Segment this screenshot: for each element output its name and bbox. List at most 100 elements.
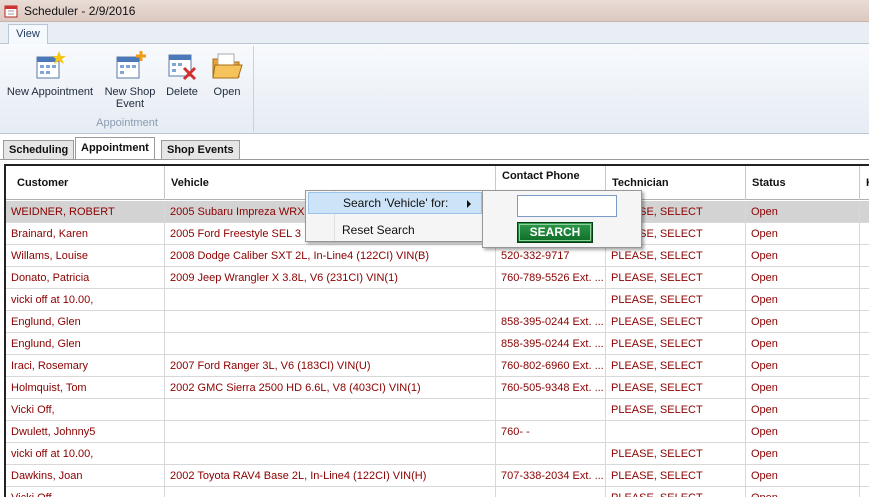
column-header-h[interactable]: H: [860, 166, 869, 200]
ribbon-tab-bar: View: [0, 22, 869, 45]
cell-vehicle: [165, 311, 496, 333]
table-row[interactable]: Englund, Glen 858-395-0244 Ext. ... PLEASE…: [6, 311, 869, 333]
table-row[interactable]: Holmquist, Tom 2002 GMC Sierra 2500 HD 6.…: [6, 377, 869, 399]
cell-contact-phone: [496, 487, 606, 497]
calendar-app-icon: [4, 4, 18, 18]
cell-h: [860, 223, 869, 245]
table-row[interactable]: Iraci, Rosemary 2007 Ford Ranger 3L, V6 (…: [6, 355, 869, 377]
table-row[interactable]: Vicki Off, PLEASE, SELECTOpen: [6, 399, 869, 421]
cell-status: Open: [746, 443, 860, 465]
cell-h: [860, 399, 869, 421]
cell-technician: PLEASE, SELECT: [606, 245, 746, 267]
cell-h: [860, 377, 869, 399]
cell-customer: Donato, Patricia: [6, 267, 165, 289]
cell-vehicle: 2002 GMC Sierra 2500 HD 6.6L, V8 (403CI)…: [165, 377, 496, 399]
menu-item-reset-search[interactable]: Reset Search: [308, 219, 482, 241]
tab-appointment[interactable]: Appointment: [75, 137, 155, 160]
menu-item-reset-label: Reset Search: [342, 223, 415, 237]
cell-vehicle: [165, 399, 496, 421]
search-button[interactable]: SEARCH: [517, 222, 593, 243]
cell-technician: PLEASE, SELECT: [606, 289, 746, 311]
table-row[interactable]: Vicki Off, PLEASE, SELECTOpen: [6, 487, 869, 497]
cell-technician: PLEASE, SELECT: [606, 311, 746, 333]
cell-h: [860, 443, 869, 465]
cell-customer: WEIDNER, ROBERT: [6, 201, 165, 223]
cell-vehicle: [165, 289, 496, 311]
cell-status: Open: [746, 333, 860, 355]
table-row[interactable]: Dawkins, Joan 2002 Toyota RAV4 Base 2L, I…: [6, 465, 869, 487]
title-bar: Scheduler - 2/9/2016: [0, 0, 869, 22]
cell-h: [860, 421, 869, 443]
cell-vehicle: [165, 421, 496, 443]
tab-divider: [0, 159, 869, 160]
open-label: Open: [213, 86, 241, 98]
table-row[interactable]: Donato, Patricia 2009 Jeep Wrangler X 3.8…: [6, 267, 869, 289]
cell-customer: Englund, Glen: [6, 311, 165, 333]
new-shop-event-label: New Shop Event: [104, 86, 156, 110]
cell-contact-phone: 760- -: [496, 421, 606, 443]
cell-customer: Holmquist, Tom: [6, 377, 165, 399]
cell-technician: PLEASE, SELECT: [606, 267, 746, 289]
table-row[interactable]: Englund, Glen 858-395-0244 Ext. ... PLEASE…: [6, 333, 869, 355]
view-tabs: Scheduling Appointment Shop Events: [0, 134, 869, 160]
tab-scheduling[interactable]: Scheduling: [3, 140, 75, 160]
column-header-status[interactable]: Status: [746, 166, 860, 200]
cell-h: [860, 289, 869, 311]
cell-technician: PLEASE, SELECT: [606, 333, 746, 355]
cell-technician: [606, 421, 746, 443]
cell-status: Open: [746, 245, 860, 267]
search-submenu: SEARCH: [482, 190, 642, 248]
table-row[interactable]: vicki off at 10.00, PLEASE, SELECT Open: [6, 289, 869, 311]
new-appointment-label: New Appointment: [6, 86, 94, 98]
open-button[interactable]: Open: [208, 50, 246, 98]
menu-item-search-vehicle[interactable]: Search 'Vehicle' for:: [308, 192, 482, 214]
cell-status: Open: [746, 487, 860, 497]
cell-technician: PLEASE, SELECT: [606, 487, 746, 497]
table-row[interactable]: Dwulett, Johnny5 760- - Open: [6, 421, 869, 443]
new-shop-event-button[interactable]: New Shop Event: [102, 50, 158, 110]
cell-vehicle: 2009 Jeep Wrangler X 3.8L, V6 (231CI) VI…: [165, 267, 496, 289]
cell-status: Open: [746, 223, 860, 245]
cell-h: [860, 487, 869, 497]
table-row[interactable]: vicki off at 10.00, PLEASE, SELECT Open: [6, 443, 869, 465]
cell-customer: Vicki Off,: [6, 487, 165, 497]
cell-status: Open: [746, 465, 860, 487]
cell-customer: Willams, Louise: [6, 245, 165, 267]
table-row[interactable]: Willams, Louise 2008 Dodge Caliber SXT 2L…: [6, 245, 869, 267]
cell-technician: PLEASE, SELECT: [606, 377, 746, 399]
cell-customer: Brainard, Karen: [6, 223, 165, 245]
cell-vehicle: 2007 Ford Ranger 3L, V6 (183CI) VIN(U): [165, 355, 496, 377]
cell-h: [860, 311, 869, 333]
new-appointment-button[interactable]: New Appointment: [4, 50, 96, 98]
new-appointment-icon: [34, 50, 66, 82]
cell-status: Open: [746, 201, 860, 223]
cell-customer: vicki off at 10.00,: [6, 289, 165, 311]
window-title: Scheduler - 2/9/2016: [24, 3, 136, 18]
ribbon: New Appointment New Shop Event Delete Op…: [0, 44, 869, 134]
ribbon-tab-view[interactable]: View: [8, 24, 48, 45]
menu-item-search-label: Search 'Vehicle' for:: [343, 196, 449, 210]
cell-contact-phone: [496, 399, 606, 421]
cell-technician: PLEASE, SELECT: [606, 443, 746, 465]
cell-customer: Vicki Off,: [6, 399, 165, 421]
vehicle-search-input[interactable]: [517, 195, 617, 217]
cell-status: Open: [746, 377, 860, 399]
cell-status: Open: [746, 267, 860, 289]
cell-contact-phone: 858-395-0244 Ext. ...: [496, 311, 606, 333]
cell-status: Open: [746, 289, 860, 311]
cell-h: [860, 201, 869, 223]
delete-label: Delete: [166, 86, 198, 98]
cell-h: [860, 333, 869, 355]
cell-contact-phone: 520-332-9717: [496, 245, 606, 267]
cell-vehicle: [165, 487, 496, 497]
column-header-customer[interactable]: Customer: [6, 166, 165, 200]
appointment-group: New Appointment New Shop Event Delete Op…: [2, 46, 254, 132]
delete-button[interactable]: Delete: [162, 50, 202, 98]
cell-contact-phone: 707-338-2034 Ext. ...: [496, 465, 606, 487]
cell-customer: Englund, Glen: [6, 333, 165, 355]
cell-vehicle: [165, 443, 496, 465]
cell-customer: Iraci, Rosemary: [6, 355, 165, 377]
cell-h: [860, 267, 869, 289]
cell-h: [860, 245, 869, 267]
tab-shop-events[interactable]: Shop Events: [161, 140, 240, 160]
